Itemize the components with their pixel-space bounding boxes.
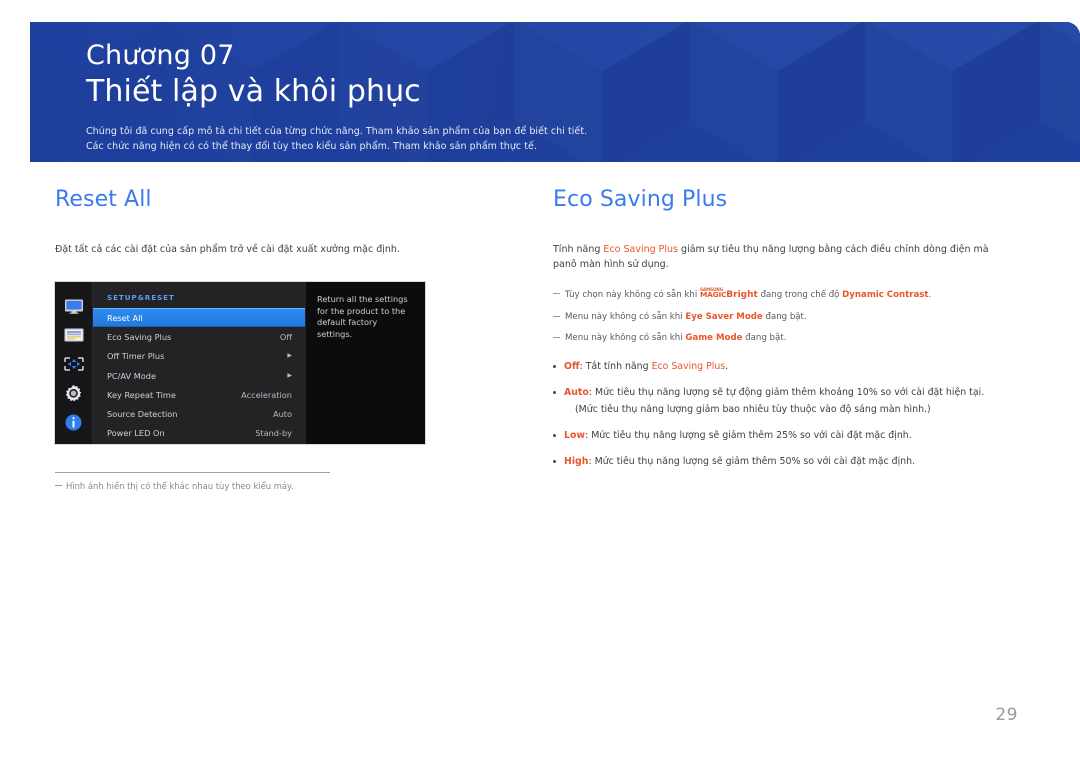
note-post: đang bật. [762,311,807,322]
osd-row-label: Eco Saving Plus [107,331,172,342]
bullet-dot-icon [553,365,556,368]
osd-menu-image: SETUP&RESET Reset All Eco Saving Plus Of… [55,282,425,444]
right-column: Eco Saving Plus Tính năng Eco Saving Plu… [553,186,1013,480]
osd-row-value: Stand-by [255,428,292,439]
chapter-title: Thiết lập và khôi phục [86,74,421,109]
note-highlight: Game Mode [685,333,743,343]
bullet-text: Auto: Mức tiêu thụ năng lượng sẽ tự động… [564,385,984,417]
osd-row-label: Key Repeat Time [107,389,176,400]
dash-marker-icon [553,315,560,317]
dash-marker-icon [553,293,560,294]
bullet-low: Low: Mức tiêu thụ năng lượng sẽ giảm thê… [553,428,1013,443]
osd-row-value: Auto [272,409,292,420]
note-highlight: Eye Saver Mode [685,311,763,322]
info-icon [61,412,87,432]
magicbright-samsung: SAMSUNG [699,286,724,292]
note-pre: Tùy chọn này không có sẵn khi [565,290,700,300]
osd-row-label: Off Timer Plus [107,351,165,362]
osd-menu-list: SETUP&RESET Reset All Eco Saving Plus Of… [93,282,305,444]
bullet-key: Off [564,361,580,372]
bullet-key: Auto [564,387,589,398]
position-arrows-icon [61,354,87,374]
osd-row-value: Off [279,331,292,342]
dash-marker-icon [553,337,560,338]
note-mid: đang trong chế độ [757,290,843,300]
bullet-text: Off: Tắt tính năng Eco Saving Plus. [564,359,728,374]
submenu-arrow-icon: ▶ [287,371,292,379]
page-number: 29 [995,705,1018,725]
bullet-dot-icon [553,460,556,463]
banner-description-line-1: Chúng tôi đã cung cấp mô tả chi tiết của… [86,126,588,137]
reset-all-description: Đặt tất cả các cài đặt của sản phẩm trở … [55,244,400,255]
osd-row-eco-saving-plus[interactable]: Eco Saving Plus Off [93,327,305,346]
submenu-arrow-icon: ▶ [287,352,292,360]
note-eye-saver-mode: Menu này không có sẵn khi Eye Saver Mode… [553,311,1013,324]
color-bars-icon [61,325,87,345]
document-page: Chương 07 Thiết lập và khôi phục Chúng t… [0,0,1080,763]
section-title-eco-saving-plus: Eco Saving Plus [553,187,728,212]
osd-row-label: Reset All [107,312,143,323]
osd-row-label: PC/AV Mode [107,370,157,381]
osd-body: SETUP&RESET Reset All Eco Saving Plus Of… [93,282,425,444]
note-post: . [928,290,932,300]
chapter-label: Chương 07 [86,40,235,71]
note-post: đang bật. [742,333,787,343]
osd-row-source-detection[interactable]: Source Detection Auto [93,404,305,423]
note-text: Menu này không có sẵn khi Game Mode đang… [565,332,786,345]
bullet-body: : Mức tiêu thụ năng lượng sẽ giảm thêm 5… [588,456,916,467]
bullet-body: : Mức tiêu thụ năng lượng sẽ tự động giả… [588,387,985,398]
left-footnote-text: Hình ảnh hiển thị có thể khác nhau tùy t… [66,481,294,491]
chapter-banner: Chương 07 Thiết lập và khôi phục Chúng t… [30,22,1080,162]
eco-desc-highlight: Eco Saving Plus [603,244,679,255]
magicbright-bright: Bright [726,290,758,300]
bullet-key: High [564,456,589,467]
osd-row-label: Source Detection [107,409,178,420]
bullet-dot-icon [553,391,556,394]
left-column: Reset All Đặt tất cả các cài đặt của sản… [55,186,495,493]
section-title-reset-all: Reset All [55,187,152,212]
note-pre: Menu này không có sẵn khi [565,333,686,343]
left-footnote: Hình ảnh hiển thị có thể khác nhau tùy t… [55,480,495,493]
note-game-mode: Menu này không có sẵn khi Game Mode đang… [553,332,1013,345]
note-highlight: Dynamic Contrast [842,290,929,300]
dash-marker-icon [55,485,62,486]
gear-icon [61,383,87,403]
bullet-subtext: (Mức tiêu thụ năng lượng giảm bao nhiêu … [575,404,931,415]
bullet-tail: . [725,361,729,372]
note-pre: Menu này không có sẵn khi [565,311,686,322]
bullet-inline-highlight: Eco Saving Plus [651,361,726,372]
osd-icon-sidebar [55,282,93,444]
bullet-body: : Tắt tính năng [579,361,652,372]
note-text: Menu này không có sẵn khi Eye Saver Mode… [565,311,807,324]
osd-row-value: Acceleration [241,389,292,400]
bullet-high: High: Mức tiêu thụ năng lượng sẽ giảm th… [553,454,1013,469]
eco-notes: Tùy chọn này không có sẵn khi SAMSUNG MAG… [553,287,1013,345]
osd-row-off-timer-plus[interactable]: Off Timer Plus ▶ [93,347,305,366]
osd-row-label: Power LED On [107,428,165,439]
osd-help-text: Return all the settings for the product … [305,282,425,444]
bullet-key: Low [564,430,586,441]
bullet-text: High: Mức tiêu thụ năng lượng sẽ giảm th… [564,454,915,469]
osd-row-key-repeat-time[interactable]: Key Repeat Time Acceleration [93,385,305,404]
magicbright-trademark: SAMSUNG MAGICBright [700,287,758,302]
banner-description: Chúng tôi đã cung cấp mô tả chi tiết của… [86,125,1080,154]
osd-row-pc-av-mode[interactable]: PC/AV Mode ▶ [93,366,305,385]
osd-menu-heading: SETUP&RESET [107,293,175,302]
eco-mode-bullets: Off: Tắt tính năng Eco Saving Plus. Auto… [553,359,1013,469]
bullet-dot-icon [553,434,556,437]
monitor-icon [61,296,87,316]
note-text: Tùy chọn này không có sẵn khi SAMSUNG MAG… [565,287,932,302]
eco-saving-plus-description: Tính năng Eco Saving Plus giảm sự tiêu t… [553,242,1013,272]
bullet-text: Low: Mức tiêu thụ năng lượng sẽ giảm thê… [564,428,912,443]
note-divider [55,472,330,473]
osd-row-power-led-on[interactable]: Power LED On Stand-by [93,424,305,443]
bullet-auto: Auto: Mức tiêu thụ năng lượng sẽ tự động… [553,385,1013,417]
note-magicbright: Tùy chọn này không có sẵn khi SAMSUNG MAG… [553,287,1013,302]
bullet-body: : Mức tiêu thụ năng lượng sẽ giảm thêm 2… [585,430,912,441]
osd-row-reset-all[interactable]: Reset All [93,308,305,328]
eco-desc-part1: Tính năng [553,244,604,255]
banner-description-line-2: Các chức năng hiện có có thể thay đổi tù… [86,140,538,152]
bullet-off: Off: Tắt tính năng Eco Saving Plus. [553,359,1013,374]
